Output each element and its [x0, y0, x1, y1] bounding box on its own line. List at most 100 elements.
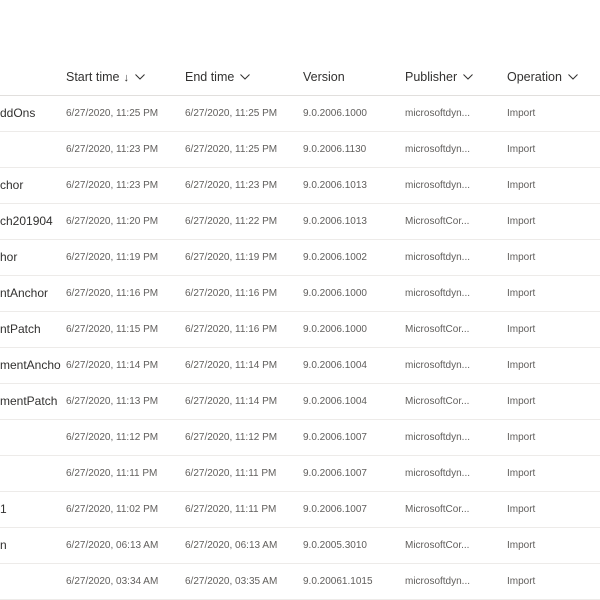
end-time-cell: 6/27/2020, 11:11 PM: [185, 504, 277, 515]
operation-cell: Import: [507, 288, 536, 299]
table-row[interactable]: 6/27/2020, 11:23 PM 6/27/2020, 11:25 PM 9.…: [0, 132, 600, 168]
version-cell: 9.0.2006.1000: [303, 108, 367, 119]
operation-cell: Import: [507, 252, 536, 263]
column-header-label: Version: [303, 70, 345, 84]
version-cell: 9.0.2006.1002: [303, 252, 367, 263]
column-header-label: Start time: [66, 70, 120, 84]
solution-name-cell[interactable]: [0, 456, 62, 491]
table-row[interactable]: ntPatch 6/27/2020, 11:15 PM 6/27/2020, 11:…: [0, 312, 600, 348]
column-header-label: End time: [185, 70, 235, 84]
publisher-cell: microsoftdyn...: [405, 108, 471, 119]
publisher-cell: MicrosoftCor...: [405, 324, 470, 335]
end-time-cell: 6/27/2020, 03:35 AM: [185, 576, 278, 587]
version-cell: 9.0.2006.1007: [303, 504, 367, 515]
solution-name-cell[interactable]: 1: [0, 492, 62, 527]
start-time-cell: 6/27/2020, 11:12 PM: [66, 432, 159, 443]
solution-name-cell[interactable]: mentAncho: [0, 348, 62, 383]
solution-name-cell[interactable]: ddOns: [0, 96, 62, 131]
chevron-down-icon: [568, 59, 578, 94]
end-time-cell: 6/27/2020, 11:14 PM: [185, 360, 278, 371]
publisher-cell: microsoftdyn...: [405, 360, 471, 371]
operation-cell: Import: [507, 108, 536, 119]
end-time-cell: 6/27/2020, 11:25 PM: [185, 144, 278, 155]
table-row[interactable]: hor 6/27/2020, 11:19 PM 6/27/2020, 11:19 P…: [0, 240, 600, 276]
version-cell: 9.0.2006.1004: [303, 396, 367, 407]
operation-cell: Import: [507, 432, 536, 443]
end-time-cell: 6/27/2020, 11:12 PM: [185, 432, 278, 443]
publisher-cell: microsoftdyn...: [405, 180, 471, 191]
start-time-cell: 6/27/2020, 11:20 PM: [66, 216, 159, 227]
table-row[interactable]: 6/27/2020, 11:11 PM 6/27/2020, 11:11 PM 9.…: [0, 456, 600, 492]
operation-cell: Import: [507, 324, 536, 335]
solution-name-cell[interactable]: chor: [0, 168, 62, 203]
end-time-cell: 6/27/2020, 11:16 PM: [185, 288, 278, 299]
solution-name-cell[interactable]: ch201904: [0, 204, 62, 239]
solution-name-cell[interactable]: [0, 564, 62, 599]
operation-cell: Import: [507, 468, 536, 479]
operation-cell: Import: [507, 180, 536, 191]
table-row[interactable]: ntAnchor 6/27/2020, 11:16 PM 6/27/2020, 11…: [0, 276, 600, 312]
publisher-cell: microsoftdyn...: [405, 576, 471, 587]
solution-name-cell[interactable]: [0, 420, 62, 455]
table-row[interactable]: 6/27/2020, 11:12 PM 6/27/2020, 11:12 PM 9.…: [0, 420, 600, 456]
solution-name-cell[interactable]: [0, 132, 62, 167]
end-time-cell: 6/27/2020, 11:19 PM: [185, 252, 278, 263]
start-time-cell: 6/27/2020, 03:34 AM: [66, 576, 159, 587]
solution-name-cell[interactable]: ntAnchor: [0, 276, 62, 311]
solution-name-cell[interactable]: n: [0, 528, 62, 563]
version-cell: 9.0.2006.1130: [303, 144, 367, 155]
end-time-cell: 6/27/2020, 11:25 PM: [185, 108, 278, 119]
start-time-cell: 6/27/2020, 06:13 AM: [66, 540, 159, 551]
end-time-cell: 6/27/2020, 06:13 AM: [185, 540, 278, 551]
start-time-cell: 6/27/2020, 11:02 PM: [66, 504, 159, 515]
start-time-cell: 6/27/2020, 11:14 PM: [66, 360, 159, 371]
column-header-end-time[interactable]: End time: [185, 59, 251, 95]
table-row[interactable]: n 6/27/2020, 06:13 AM 6/27/2020, 06:13 AM 9…: [0, 528, 600, 564]
start-time-cell: 6/27/2020, 11:23 PM: [66, 180, 159, 191]
column-header-operation[interactable]: Operation: [507, 60, 578, 95]
publisher-cell: microsoftdyn...: [405, 288, 471, 299]
table-row[interactable]: 6/27/2020, 03:34 AM 6/27/2020, 03:35 AM 9.…: [0, 564, 600, 600]
chevron-down-icon: [463, 59, 473, 94]
end-time-cell: 6/27/2020, 11:14 PM: [185, 396, 278, 407]
solution-name-cell[interactable]: hor: [0, 240, 62, 275]
operation-cell: Import: [507, 396, 536, 407]
table-row[interactable]: ddOns 6/27/2020, 11:25 PM 6/27/2020, 11:25…: [0, 96, 600, 132]
end-time-cell: 6/27/2020, 11:23 PM: [185, 180, 278, 191]
publisher-cell: MicrosoftCor...: [405, 504, 470, 515]
chevron-down-icon: [240, 59, 251, 94]
table-row[interactable]: mentPatch 6/27/2020, 11:13 PM 6/27/2020, 1…: [0, 384, 600, 420]
operation-cell: Import: [507, 504, 536, 515]
start-time-cell: 6/27/2020, 11:25 PM: [66, 108, 159, 119]
table-row[interactable]: mentAncho 6/27/2020, 11:14 PM 6/27/2020, 1…: [0, 348, 600, 384]
operation-cell: Import: [507, 360, 536, 371]
table-row[interactable]: chor 6/27/2020, 11:23 PM 6/27/2020, 11:23 …: [0, 168, 600, 204]
publisher-cell: microsoftdyn...: [405, 144, 471, 155]
column-header-label: Publisher: [405, 70, 458, 84]
start-time-cell: 6/27/2020, 11:13 PM: [66, 396, 159, 407]
column-header-publisher[interactable]: Publisher: [405, 60, 473, 95]
publisher-cell: MicrosoftCor...: [405, 540, 470, 551]
publisher-cell: microsoftdyn...: [405, 468, 471, 479]
start-time-cell: 6/27/2020, 11:23 PM: [66, 144, 159, 155]
version-cell: 9.0.2006.1007: [303, 468, 367, 479]
solution-name-cell[interactable]: mentPatch: [0, 384, 62, 419]
publisher-cell: microsoftdyn...: [405, 252, 471, 263]
operation-cell: Import: [507, 144, 536, 155]
operation-cell: Import: [507, 540, 536, 551]
table-row[interactable]: 1 6/27/2020, 11:02 PM 6/27/2020, 11:11 PM 9…: [0, 492, 600, 528]
start-time-cell: 6/27/2020, 11:19 PM: [66, 252, 159, 263]
end-time-cell: 6/27/2020, 11:16 PM: [185, 324, 278, 335]
version-cell: 9.0.20061.1015: [303, 576, 373, 587]
table-row[interactable]: ch201904 6/27/2020, 11:20 PM 6/27/2020, 11…: [0, 204, 600, 240]
end-time-cell: 6/27/2020, 11:22 PM: [185, 216, 278, 227]
solution-name-cell[interactable]: ntPatch: [0, 312, 62, 347]
column-header-version[interactable]: Version: [303, 60, 345, 95]
version-cell: 9.0.2006.1013: [303, 180, 367, 191]
version-cell: 9.0.2005.3010: [303, 540, 367, 551]
column-header-start-time[interactable]: Start time ↓: [66, 60, 145, 95]
end-time-cell: 6/27/2020, 11:11 PM: [185, 468, 277, 479]
start-time-cell: 6/27/2020, 11:11 PM: [66, 468, 158, 479]
start-time-cell: 6/27/2020, 11:15 PM: [66, 324, 159, 335]
table-header: Start time ↓ End time Version Publisher O…: [0, 60, 600, 96]
